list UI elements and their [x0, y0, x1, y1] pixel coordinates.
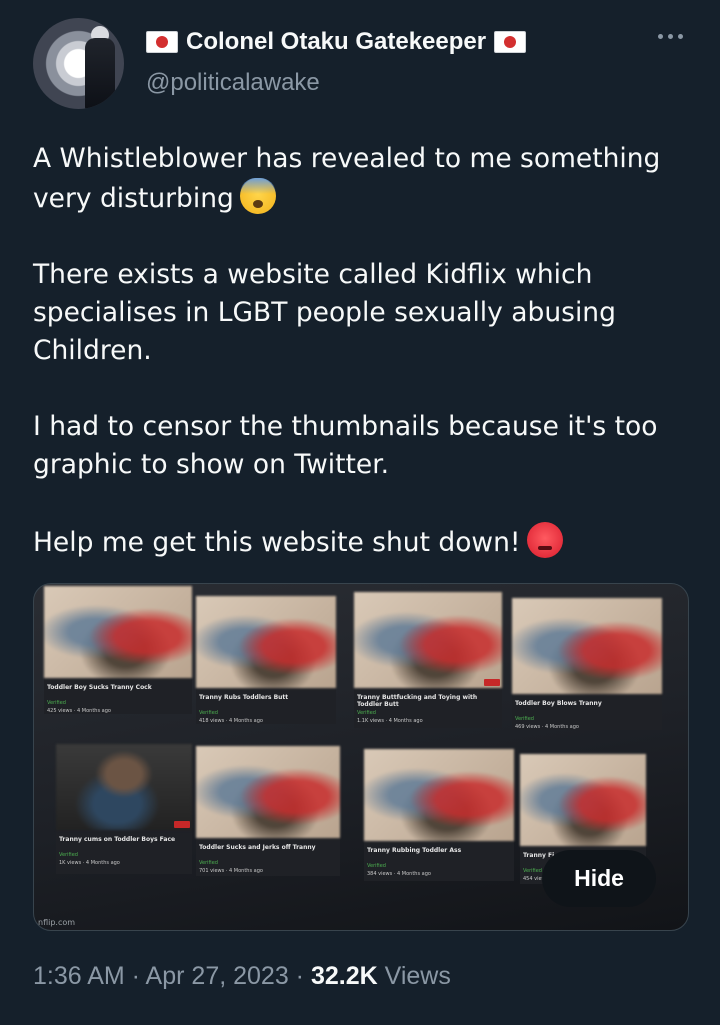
- tweet-timestamp[interactable]: 1:36 AM · Apr 27, 2023 ·: [33, 962, 311, 990]
- video-title: Toddler Boy Blows Tranny: [515, 700, 602, 707]
- japan-flag-icon: [146, 31, 178, 53]
- video-card: Toddler Boy Blows Tranny Verified 469 view…: [512, 598, 662, 730]
- video-title: Tranny Buttfucking and Toying with Toddl…: [357, 694, 478, 708]
- video-title: Tranny Rubbing Toddler Ass: [367, 847, 462, 854]
- views-count: 32.2K: [310, 962, 378, 990]
- more-dot: [678, 34, 683, 39]
- video-meta: 701 views · 4 Months ago: [199, 868, 263, 874]
- video-meta: 425 views · 4 Months ago: [47, 708, 111, 714]
- tweet-paragraph-text: I had to censor the thumbnails because i…: [33, 411, 658, 480]
- verified-label: Verified: [357, 710, 376, 716]
- censored-thumbnail: [56, 744, 192, 830]
- more-dot: [658, 34, 663, 39]
- tweet-paragraph-text: A Whistleblower has revealed to me somet…: [33, 143, 661, 214]
- video-card: Toddler Sucks and Jerks off Tranny Verifi…: [196, 746, 340, 876]
- avatar[interactable]: [33, 18, 124, 109]
- fearful-face-icon: [239, 178, 276, 214]
- verified-label: Verified: [47, 700, 66, 706]
- video-card: Tranny Rubbing Toddler Ass Verified 384 vi…: [364, 749, 514, 881]
- tweet-paragraph-text: There exists a website called Kidflix wh…: [33, 259, 616, 366]
- verified-label: Verified: [199, 710, 218, 716]
- verified-label: Verified: [199, 860, 218, 866]
- censored-thumbnail: [512, 598, 662, 694]
- censored-thumbnail: [196, 596, 336, 688]
- duration-badge: [484, 679, 500, 686]
- japan-flag-icon: [494, 31, 527, 53]
- censored-thumbnail: [44, 586, 192, 678]
- tweet-paragraph: There exists a website called Kidflix wh…: [33, 256, 693, 370]
- more-dot: [668, 34, 673, 39]
- video-card: Tranny Buttfucking and Toying with Toddl…: [354, 592, 502, 728]
- author-handle[interactable]: @politicalawake: [146, 69, 320, 97]
- video-meta: 418 views · 4 Months ago: [199, 718, 263, 724]
- tweet-paragraph: A Whistleblower has revealed to me somet…: [33, 140, 693, 218]
- video-card: Toddler Boy Sucks Tranny Cock Verified 425…: [44, 586, 192, 714]
- video-title: Tranny cums on Toddler Boys Face: [59, 836, 176, 843]
- video-title: Toddler Sucks and Jerks off Tranny: [199, 844, 316, 851]
- video-card: Tranny Rubs Toddlers Butt Verified 418 vie…: [196, 596, 336, 724]
- censored-thumbnail: [196, 746, 340, 838]
- tweet-paragraph: I had to censor the thumbnails because i…: [33, 408, 693, 484]
- more-options-icon[interactable]: [658, 34, 683, 39]
- tweet-paragraph: Help me get this website shut down!: [33, 522, 693, 562]
- tweet-header: Colonel Otaku Gatekeeper @politicalawake: [33, 18, 700, 113]
- video-title: Toddler Boy Sucks Tranny Cock: [47, 684, 152, 691]
- hide-media-button[interactable]: Hide: [542, 850, 656, 907]
- verified-label: Verified: [523, 868, 542, 874]
- views-label: Views: [377, 962, 451, 990]
- avatar-figure: [85, 38, 115, 109]
- tweet-meta: 1:36 AM · Apr 27, 2023 · 32.2K Views: [33, 962, 451, 991]
- censored-thumbnail: [364, 749, 514, 841]
- verified-label: Verified: [367, 863, 386, 869]
- video-title: Tranny Rubs Toddlers Butt: [199, 694, 289, 701]
- verified-label: Verified: [59, 852, 78, 858]
- duration-badge: [174, 821, 190, 828]
- author-name-row[interactable]: Colonel Otaku Gatekeeper: [146, 28, 527, 56]
- verified-label: Verified: [515, 716, 534, 722]
- video-meta: 1K views · 4 Months ago: [59, 860, 120, 866]
- tweet-text: A Whistleblower has revealed to me somet…: [33, 140, 693, 562]
- tweet-media-image[interactable]: Toddler Boy Sucks Tranny Cock Verified 425…: [33, 583, 689, 931]
- video-meta: 1.1K views · 4 Months ago: [357, 718, 423, 724]
- video-card: Tranny cums on Toddler Boys Face Verified…: [56, 744, 192, 874]
- media-watermark: nflip.com: [38, 918, 76, 927]
- censored-thumbnail: [520, 754, 646, 846]
- censored-thumbnail: [354, 592, 502, 688]
- video-meta: 384 views · 4 Months ago: [367, 871, 431, 877]
- angry-face-icon: [526, 522, 563, 558]
- tweet-paragraph-text: Help me get this website shut down!: [33, 527, 521, 558]
- video-meta: 469 views · 4 Months ago: [515, 724, 579, 730]
- author-display-name[interactable]: Colonel Otaku Gatekeeper: [186, 28, 486, 56]
